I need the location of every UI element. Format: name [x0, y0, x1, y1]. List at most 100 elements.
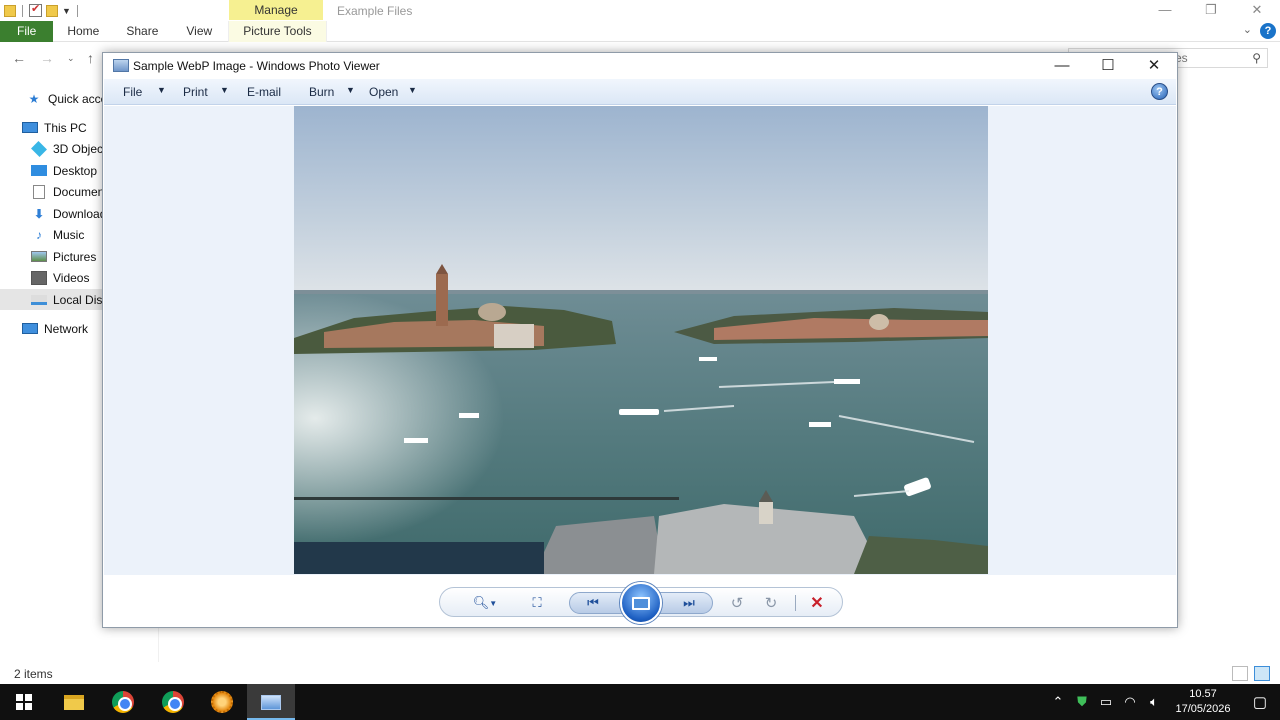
view-switcher [1232, 666, 1270, 681]
sidebar-item-desktop[interactable]: Desktop [0, 160, 104, 181]
back-arrow-icon[interactable]: ← [12, 50, 26, 66]
chrome-icon [112, 691, 134, 713]
taskbar-chrome[interactable] [99, 684, 147, 720]
sidebar-item-network[interactable]: Network [0, 318, 104, 339]
document-icon [33, 184, 45, 199]
photo-viewer-titlebar[interactable]: Sample WebP Image - Windows Photo Viewer… [103, 53, 1177, 79]
battery-icon[interactable]: ▭ [1094, 694, 1118, 710]
slideshow-button[interactable] [620, 582, 662, 624]
desktop-icon [31, 165, 47, 176]
sidebar-item-pictures[interactable]: Pictures [0, 246, 104, 267]
chevron-up-icon[interactable]: ⌃ [1046, 694, 1070, 710]
tab-home[interactable]: Home [53, 21, 112, 42]
toolbar-divider [22, 4, 23, 17]
sidebar-item-label: Videos [53, 270, 90, 285]
file-dropdown-icon[interactable]: ▼ [157, 85, 166, 95]
photo-viewer-control-area: 🔍︎ ▼ ⛶ ⏮ ⏭ ↺ ↻ ✕ [104, 575, 1176, 627]
menu-file[interactable]: File [123, 85, 142, 99]
zoom-icon[interactable]: 🔍︎ ▼ [468, 592, 502, 614]
previous-icon[interactable]: ⏮ [578, 592, 608, 614]
notification-center-icon[interactable]: ▢ [1240, 693, 1280, 711]
menu-open[interactable]: Open [369, 85, 398, 99]
delete-icon[interactable]: ✕ [804, 592, 830, 614]
taskbar-chrome-profile[interactable] [149, 684, 197, 720]
sidebar-item-quick-access[interactable]: ★ Quick access [0, 88, 104, 109]
image-display-area [104, 106, 1176, 575]
sidebar-item-local-disk[interactable]: Local Disk [0, 289, 104, 310]
close-icon[interactable]: ✕ [1234, 0, 1280, 21]
large-icons-view-icon[interactable] [1254, 666, 1270, 681]
customize-toolbar-icon[interactable]: ▼ [62, 6, 71, 16]
open-dropdown-icon[interactable]: ▼ [408, 85, 417, 95]
details-view-icon[interactable] [1232, 666, 1248, 681]
sidebar-item-videos[interactable]: Videos [0, 267, 104, 288]
xnview-icon [211, 691, 233, 713]
video-icon [31, 270, 47, 285]
sidebar-item-label: 3D Objects [53, 141, 104, 156]
search-icon: ⚲ [1252, 51, 1261, 65]
sidebar-item-downloads[interactable]: ⬇ Downloads [0, 203, 104, 224]
music-icon: ♪ [36, 227, 42, 242]
sidebar-item-3d-objects[interactable]: 3D Objects [0, 138, 104, 159]
start-button[interactable] [0, 684, 48, 720]
tab-file[interactable]: File [0, 21, 54, 42]
ribbon-context-manage[interactable]: Manage [229, 0, 323, 20]
pictures-icon [31, 251, 47, 262]
photo-viewer-window: Sample WebP Image - Windows Photo Viewer… [102, 52, 1178, 628]
photo-viewer-menu-bar: File ▼ Print ▼ E-mail Burn ▼ Open ▼ ? [104, 79, 1176, 105]
toolbar-divider [76, 4, 78, 17]
sidebar-item-music[interactable]: ♪ Music [0, 224, 104, 245]
up-arrow-icon[interactable]: ↑ [87, 50, 94, 66]
tab-share[interactable]: Share [112, 21, 172, 42]
playback-control-bar: 🔍︎ ▼ ⛶ ⏮ ⏭ ↺ ↻ ✕ [439, 582, 843, 624]
menu-print[interactable]: Print [183, 85, 208, 99]
next-icon[interactable]: ⏭ [674, 592, 704, 614]
disk-icon [31, 294, 47, 305]
ribbon-expand-icon[interactable]: ⌄ [1243, 23, 1252, 36]
new-folder-icon[interactable] [46, 4, 58, 17]
burn-dropdown-icon[interactable]: ▼ [346, 85, 355, 95]
volume-icon[interactable]: 🔈︎ [1142, 694, 1166, 710]
sidebar-item-label: Local Disk [53, 292, 104, 307]
taskbar-xnview[interactable] [198, 684, 246, 720]
forward-arrow-icon[interactable]: → [40, 50, 54, 66]
actual-size-icon[interactable]: ⛶ [524, 592, 550, 614]
sidebar-item-documents[interactable]: Documents [0, 181, 104, 202]
minimize-icon[interactable]: — [1142, 0, 1188, 21]
help-icon[interactable]: ? [1151, 83, 1168, 100]
sidebar-item-label: Network [44, 321, 89, 336]
restore-icon[interactable]: ❐ [1188, 0, 1234, 21]
taskbar-file-explorer[interactable] [50, 684, 98, 720]
help-icon[interactable]: ? [1260, 23, 1276, 39]
security-shield-icon[interactable]: ⛊ [1070, 694, 1094, 710]
tab-view[interactable]: View [172, 21, 228, 42]
taskbar-photo-viewer[interactable] [247, 684, 295, 720]
chrome-profile-icon [162, 691, 184, 713]
recent-locations-icon[interactable]: ⌄ [67, 53, 75, 64]
maximize-icon[interactable]: ☐ [1085, 53, 1131, 79]
close-icon[interactable]: ✕ [1131, 53, 1177, 79]
properties-icon[interactable] [29, 2, 42, 17]
menu-email[interactable]: E-mail [247, 85, 281, 99]
star-icon: ★ [28, 91, 40, 106]
displayed-photo [294, 106, 988, 574]
tab-picture-tools[interactable]: Picture Tools [228, 21, 327, 42]
system-tray: ⌃ ⛊ ▭ ◠ 🔈︎ 10.57 17/05/2026 ▢ [1046, 684, 1280, 720]
slideshow-icon [632, 596, 650, 610]
item-count: 2 items [14, 667, 53, 681]
window-title: Sample WebP Image - Windows Photo Viewer [133, 59, 380, 73]
clock-date: 17/05/2026 [1175, 703, 1231, 715]
minimize-icon[interactable]: — [1039, 53, 1085, 79]
sidebar-item-label: Downloads [53, 206, 104, 221]
rotate-clockwise-icon[interactable]: ↻ [758, 592, 784, 614]
print-dropdown-icon[interactable]: ▼ [220, 85, 229, 95]
folder-icon[interactable] [4, 4, 16, 17]
wifi-icon[interactable]: ◠ [1118, 694, 1142, 710]
rotate-counterclockwise-icon[interactable]: ↺ [724, 592, 750, 614]
taskbar: ⌃ ⛊ ▭ ◠ 🔈︎ 10.57 17/05/2026 ▢ [0, 684, 1280, 720]
sidebar-item-this-pc[interactable]: This PC [0, 117, 104, 138]
status-bar: 2 items [0, 664, 1280, 684]
sidebar-item-label: Desktop [53, 163, 98, 178]
menu-burn[interactable]: Burn [309, 85, 334, 99]
clock[interactable]: 10.57 17/05/2026 [1166, 687, 1240, 717]
